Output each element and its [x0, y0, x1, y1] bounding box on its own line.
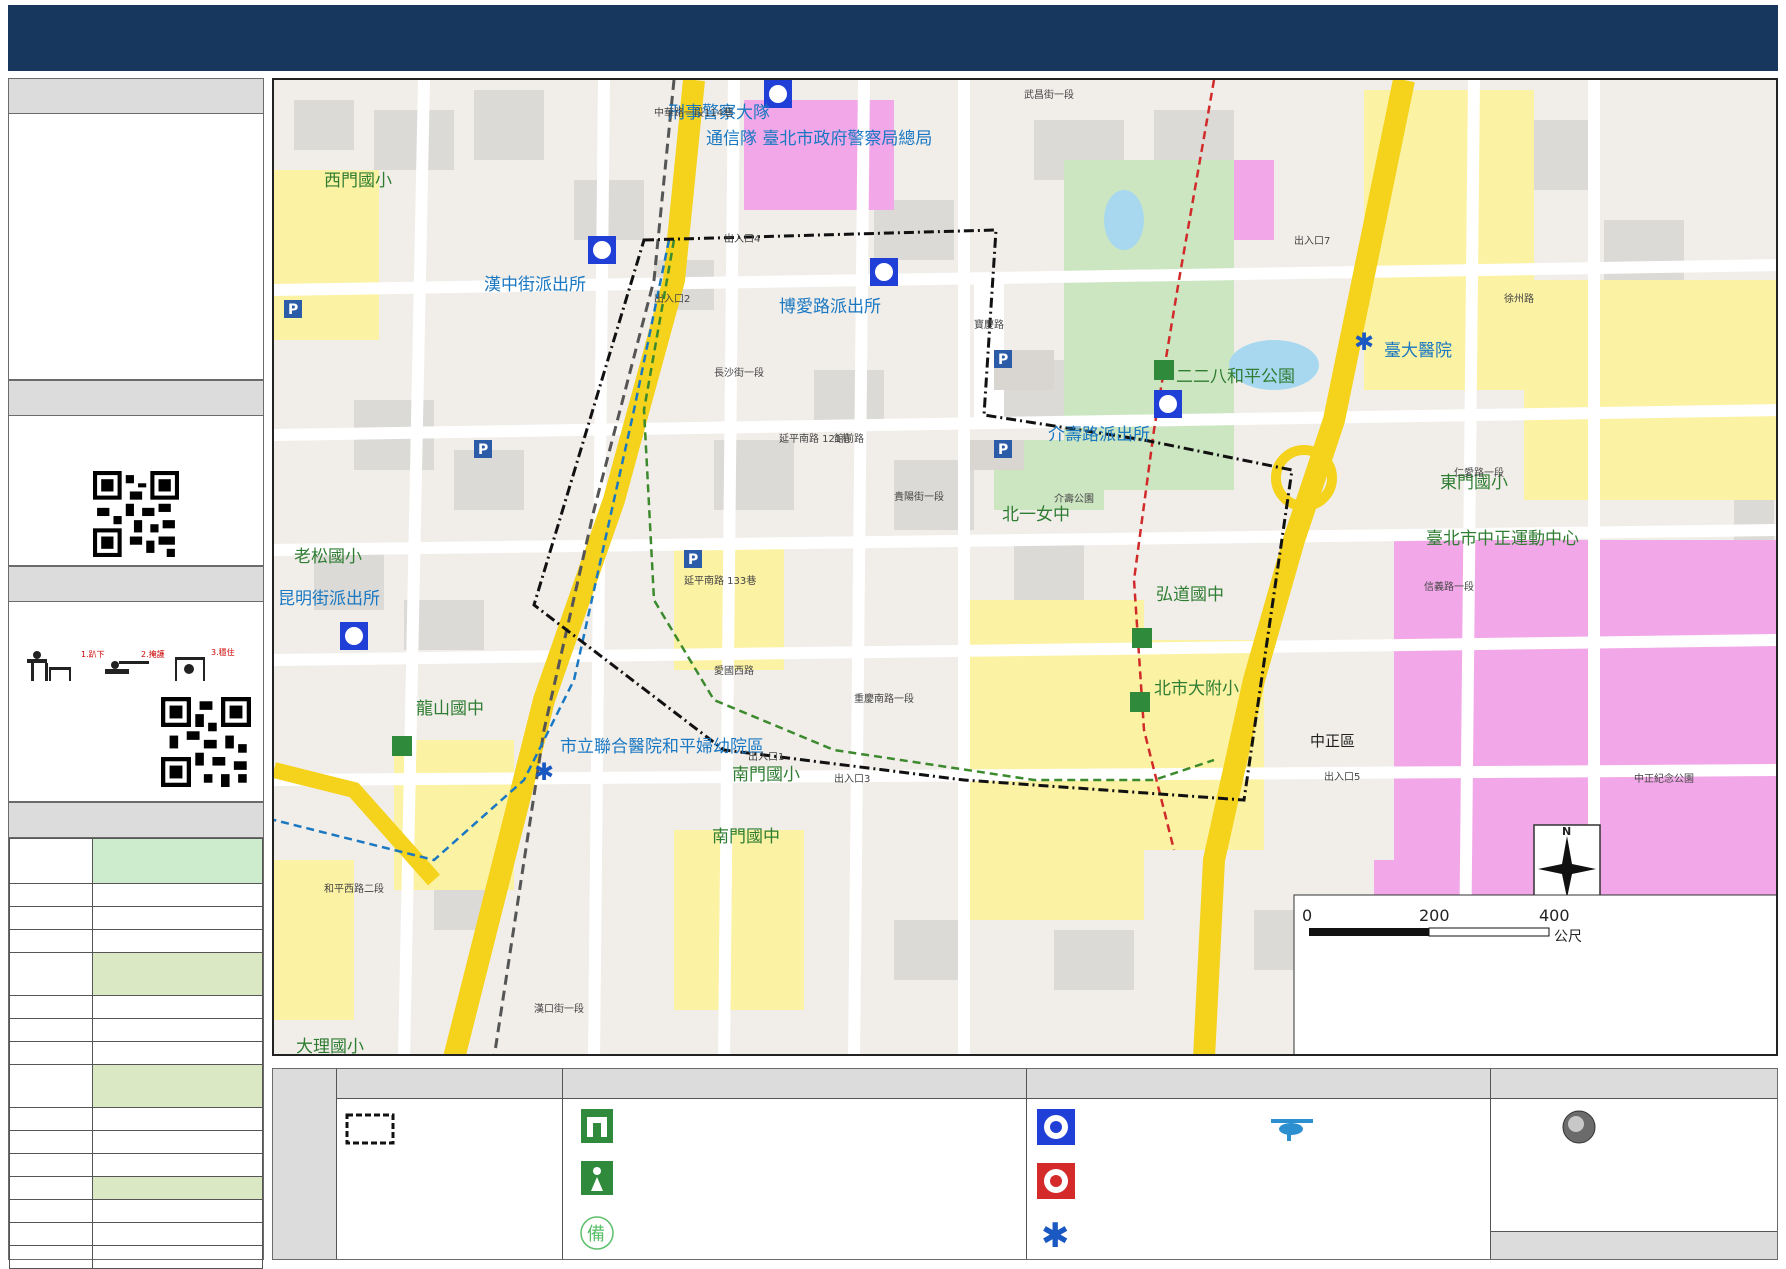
- svg-text:P: P: [288, 302, 298, 318]
- mrt-station-icon: [1562, 1110, 1596, 1144]
- street-label: 寶慶路: [974, 320, 1004, 331]
- police-icon: [1037, 1109, 1075, 1145]
- scale-tick-200: 200: [1419, 906, 1450, 925]
- label-peace-park: 二二八和平公園: [1176, 367, 1295, 387]
- poi-label: 出入口3: [834, 774, 871, 785]
- street-label: 武昌街一段: [1024, 90, 1074, 101]
- svg-text:✱: ✱: [1354, 328, 1374, 356]
- backup-icon: 備: [580, 1216, 614, 1250]
- svg-text:1.趴下: 1.趴下: [81, 650, 105, 659]
- left-panel-4: [8, 802, 264, 1269]
- label-boai-police: 博愛路派出所: [779, 297, 881, 317]
- qr-code-1: [93, 471, 179, 557]
- svg-text:3.穩住: 3.穩住: [211, 647, 235, 657]
- label-hongdao-school: 弘道國中: [1156, 585, 1224, 605]
- boundary-dash-icon: [345, 1113, 395, 1145]
- poi-label: 介壽公園: [1054, 494, 1094, 505]
- svg-text:P: P: [998, 352, 1008, 368]
- svg-text:2.掩護: 2.掩護: [141, 649, 165, 659]
- map-canvas[interactable]: P P P P P ✱ ✱ 西門國小 漢中街派出所 刑事警察大隊 通信隊 臺北市…: [272, 78, 1778, 1056]
- legend-col-3: [1027, 1069, 1491, 1259]
- label-zhongzheng-sports: 臺北市中正運動中心: [1426, 529, 1579, 549]
- street-label: 延平南路 121巷: [779, 434, 852, 445]
- legend-footer: [1491, 1231, 1777, 1259]
- qr-code-2: [161, 697, 251, 787]
- svg-text:P: P: [688, 552, 698, 568]
- left-panel-1: [8, 78, 264, 380]
- street-label: 和平西路二段: [324, 884, 384, 895]
- poi-label: 出入口2: [654, 294, 691, 305]
- legend-panel: 備 ✱: [272, 1068, 1778, 1260]
- svg-text:✱: ✱: [534, 758, 554, 786]
- svg-text:P: P: [478, 442, 488, 458]
- label-heping-hospital: 市立聯合醫院和平婦幼院區: [560, 737, 764, 757]
- label-nanmen-junior: 南門國中: [712, 827, 780, 847]
- label-longshan-school: 龍山國中: [416, 699, 484, 719]
- street-label: 信義路一段: [1424, 582, 1474, 593]
- street-label: 重慶南路一段: [854, 694, 914, 705]
- left-panel-2: [8, 380, 264, 566]
- svg-text:✱: ✱: [1041, 1217, 1070, 1253]
- info-table: [9, 838, 263, 1269]
- street-label: 中華路一段114巷: [654, 108, 734, 119]
- poi-label: 出入口1: [748, 752, 785, 763]
- label-hanzhong-police: 漢中街派出所: [484, 275, 586, 295]
- label-laosong-school: 老松國小: [294, 547, 362, 567]
- label-kunming-police: 昆明街派出所: [278, 589, 380, 609]
- medical-icon: ✱: [1041, 1217, 1070, 1253]
- street-label: 愛國西路: [714, 666, 754, 677]
- scale-unit: 公尺: [1554, 929, 1582, 945]
- scale-tick-400: 400: [1539, 906, 1570, 925]
- poi-label: 出入口5: [1324, 772, 1361, 783]
- street-label: 仁愛路一段: [1454, 468, 1504, 479]
- left-panel-2-header: [9, 381, 263, 416]
- label-west-gate-school: 西門國小: [324, 171, 392, 191]
- left-panel-4-header: [9, 803, 263, 838]
- earthquake-drill-illustration: 1.趴下 2.掩護 3.穩住: [27, 647, 235, 681]
- legend-side-header: [273, 1069, 337, 1259]
- legend-col-1: [337, 1069, 563, 1259]
- title-bar: [8, 5, 1778, 71]
- shelter-school-icon: [581, 1109, 613, 1143]
- label-zhongzheng-district: 中正區: [1310, 732, 1356, 750]
- svg-text:P: P: [998, 442, 1008, 458]
- street-label: 漢口街一段: [534, 1004, 584, 1015]
- left-panel-3: 1.趴下 2.掩護 3.穩住: [8, 566, 264, 802]
- left-panel-1-header: [9, 79, 263, 114]
- helipad-icon: [1271, 1119, 1313, 1141]
- left-panel-3-header: [9, 567, 263, 602]
- street-label: 徐州路: [1504, 294, 1534, 305]
- legend-col-2: [563, 1069, 1027, 1259]
- label-nanmen-school: 南門國小: [732, 765, 800, 785]
- street-label: 長沙街一段: [714, 368, 764, 379]
- label-fuda-school: 北市大附小: [1154, 679, 1239, 699]
- scale-tick-0: 0: [1302, 906, 1313, 925]
- label-dali-school: 大理國小: [296, 1037, 364, 1056]
- label-ntuh: 臺大醫院: [1384, 341, 1452, 361]
- street-label: 延平南路 133巷: [684, 576, 757, 587]
- poi-label: 出入口4: [724, 234, 761, 245]
- park-refuge-icon: [581, 1161, 613, 1195]
- poi-label: 出入口7: [1294, 236, 1331, 247]
- svg-text:備: 備: [587, 1224, 605, 1245]
- north-label: N: [1562, 825, 1572, 838]
- label-jieshou-police: 介壽路派出所: [1048, 425, 1150, 445]
- label-communications: 通信隊 臺北市政府警察局總局: [706, 129, 933, 149]
- fire-icon: [1037, 1163, 1075, 1199]
- street-label: 貴陽街一段: [894, 492, 944, 503]
- label-chiang-memorial: 中正紀念公園: [1634, 774, 1694, 785]
